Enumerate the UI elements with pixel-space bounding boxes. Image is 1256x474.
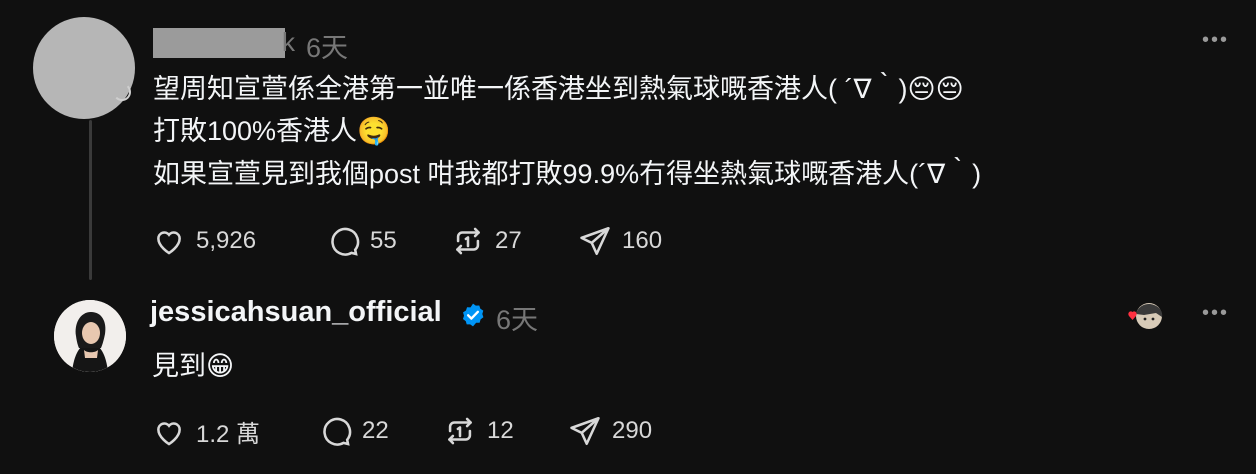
thread-line bbox=[89, 120, 92, 280]
repost-button[interactable]: 12 bbox=[443, 414, 514, 448]
avatar[interactable] bbox=[33, 17, 135, 119]
liked-by-author-icon bbox=[1128, 303, 1163, 329]
comment-button[interactable]: 55 bbox=[326, 224, 397, 258]
repost-count: 12 bbox=[487, 417, 514, 444]
paper-plane-icon bbox=[580, 226, 610, 256]
repost-arrows-icon bbox=[456, 227, 480, 255]
speech-bubble-icon bbox=[323, 417, 352, 446]
more-icon[interactable]: ••• bbox=[1202, 303, 1229, 323]
like-count: 5,926 bbox=[196, 227, 257, 254]
paper-plane-icon bbox=[570, 416, 600, 446]
redacted-username bbox=[153, 28, 285, 58]
reply-time: 6天 bbox=[496, 305, 539, 335]
share-button[interactable]: 290 bbox=[568, 414, 652, 448]
heart-outline-icon bbox=[157, 421, 181, 446]
post-text-line: 望周知宣萱係全港第一並唯一係香港坐到熱氣球嘅香港人( ´∇｀)😔😔 bbox=[153, 74, 964, 104]
avatar[interactable] bbox=[54, 300, 126, 372]
like-count: 1.2 萬 bbox=[196, 421, 261, 448]
share-button[interactable]: 160 bbox=[578, 224, 662, 258]
comment-button[interactable]: 22 bbox=[318, 414, 389, 448]
share-count: 160 bbox=[622, 227, 663, 254]
post-time: 6天 bbox=[306, 33, 349, 63]
reply-text: 見到😁 bbox=[152, 351, 235, 381]
post-text-line: 如果宣萱見到我個post 咁我都打敗99.9%冇得坐熱氣球嘅香港人(´∇｀) bbox=[153, 159, 982, 189]
username-tail: k bbox=[282, 27, 295, 57]
like-button[interactable]: 1.2 萬 bbox=[152, 414, 260, 449]
post-text-line: 打敗100%香港人🤤 bbox=[153, 116, 391, 146]
like-button[interactable]: 5,926 bbox=[152, 224, 256, 258]
speech-bubble-icon bbox=[331, 227, 360, 256]
comment-count: 22 bbox=[362, 417, 389, 444]
reply-username[interactable]: jessicahsuan_official bbox=[150, 296, 442, 329]
repost-button[interactable]: 27 bbox=[451, 224, 522, 258]
heart-outline-icon bbox=[157, 231, 181, 255]
thread-connector-icon bbox=[113, 83, 131, 101]
more-icon[interactable]: ••• bbox=[1202, 30, 1229, 50]
comment-count: 55 bbox=[370, 227, 397, 254]
share-count: 290 bbox=[612, 417, 653, 444]
repost-count: 27 bbox=[495, 227, 522, 254]
verified-badge-icon bbox=[462, 303, 484, 327]
repost-arrows-icon bbox=[448, 417, 472, 445]
